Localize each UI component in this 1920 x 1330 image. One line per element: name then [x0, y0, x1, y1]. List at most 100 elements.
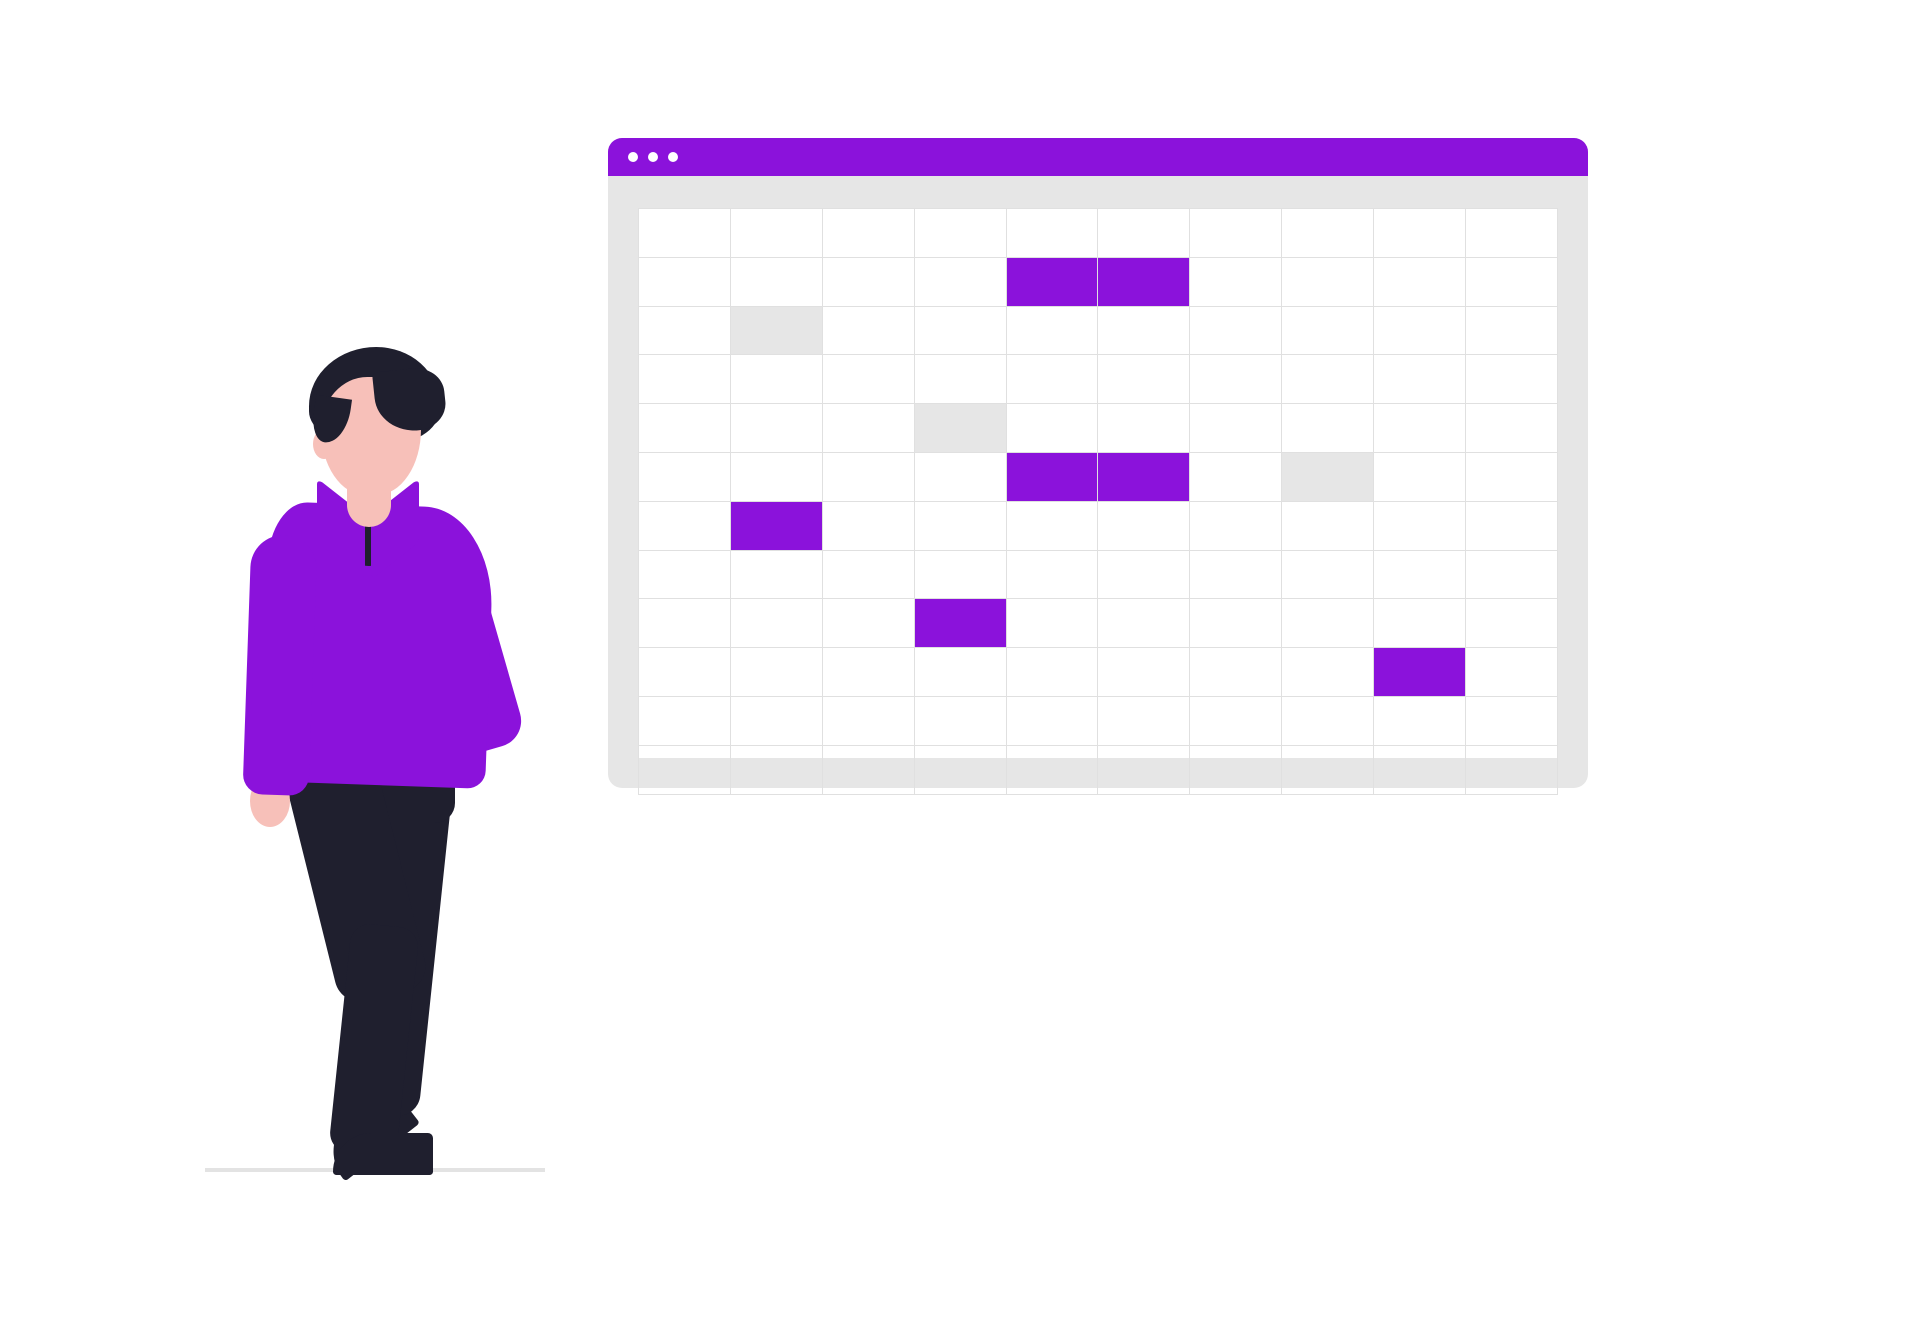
grid-cell	[1006, 696, 1098, 745]
grid-cell	[1006, 306, 1098, 355]
grid-cell	[639, 696, 731, 745]
grid-cell	[1282, 648, 1374, 697]
grid-cell	[1098, 501, 1190, 550]
grid-cell	[1374, 306, 1466, 355]
grid-cell	[730, 404, 822, 453]
grid-cell	[639, 550, 731, 599]
grid-cell	[822, 599, 914, 648]
grid-cell	[914, 452, 1006, 501]
grid-cell	[1282, 452, 1374, 501]
grid-cell	[1190, 452, 1282, 501]
grid-cell	[1466, 404, 1558, 453]
grid-cell	[1374, 501, 1466, 550]
grid-cell	[639, 355, 731, 404]
grid-cell	[1190, 501, 1282, 550]
grid-cell	[639, 306, 731, 355]
grid-cell	[1374, 355, 1466, 404]
grid-cell	[639, 745, 731, 794]
grid-cell	[1282, 550, 1374, 599]
grid-cell	[639, 452, 731, 501]
grid-cell	[1098, 355, 1190, 404]
window-titlebar	[608, 138, 1588, 176]
grid-cell	[914, 599, 1006, 648]
grid-cell	[730, 696, 822, 745]
grid-table	[638, 208, 1558, 795]
grid-cell	[1374, 550, 1466, 599]
grid-cell	[914, 550, 1006, 599]
grid-cell	[1282, 355, 1374, 404]
grid-cell	[1466, 501, 1558, 550]
grid-cell	[1190, 696, 1282, 745]
grid-cell	[1098, 696, 1190, 745]
grid-cell	[1190, 306, 1282, 355]
grid-cell	[730, 257, 822, 306]
grid-cell	[639, 404, 731, 453]
sleeve-left	[242, 534, 317, 796]
grid-cell	[730, 599, 822, 648]
grid-cell	[1466, 452, 1558, 501]
grid-cell	[1466, 209, 1558, 258]
grid-cell	[639, 257, 731, 306]
grid-cell	[1466, 550, 1558, 599]
person-illustration	[255, 355, 525, 1185]
grid-cell	[1466, 745, 1558, 794]
grid-cell	[822, 257, 914, 306]
grid-cell	[1006, 257, 1098, 306]
grid-cell	[1374, 745, 1466, 794]
grid-cell	[730, 648, 822, 697]
grid-cell	[1282, 306, 1374, 355]
grid-cell	[1282, 501, 1374, 550]
grid-cell	[1374, 257, 1466, 306]
window-dot-icon	[628, 152, 638, 162]
grid-cell	[1098, 452, 1190, 501]
grid-cell	[1190, 257, 1282, 306]
grid-cell	[1374, 452, 1466, 501]
grid-cell	[1282, 209, 1374, 258]
grid-cell	[1190, 550, 1282, 599]
grid-cell	[1006, 745, 1098, 794]
grid-cell	[1098, 599, 1190, 648]
grid-cell	[730, 209, 822, 258]
grid-cell	[1374, 599, 1466, 648]
grid-cell	[1282, 599, 1374, 648]
grid-cell	[1006, 404, 1098, 453]
grid-cell	[1190, 209, 1282, 258]
grid-cell	[914, 404, 1006, 453]
grid-cell	[730, 745, 822, 794]
grid-cell	[1466, 355, 1558, 404]
grid-cell	[730, 550, 822, 599]
grid-cell	[730, 452, 822, 501]
grid-cell	[1098, 550, 1190, 599]
grid-cell	[914, 696, 1006, 745]
grid-cell	[822, 452, 914, 501]
grid-cell	[1190, 599, 1282, 648]
window-dot-icon	[648, 152, 658, 162]
grid-cell	[730, 501, 822, 550]
grid-cell	[1374, 404, 1466, 453]
grid-cell	[822, 501, 914, 550]
grid-cell	[914, 745, 1006, 794]
grid-cell	[914, 209, 1006, 258]
grid-cell	[1098, 648, 1190, 697]
grid-cell	[1282, 696, 1374, 745]
grid-cell	[1098, 257, 1190, 306]
grid-cell	[1466, 306, 1558, 355]
grid-cell	[822, 355, 914, 404]
grid-cell	[1282, 404, 1374, 453]
grid-cell	[639, 648, 731, 697]
grid-cell	[822, 696, 914, 745]
grid-cell	[1282, 745, 1374, 794]
illustration-stage	[0, 0, 1920, 1330]
grid-cell	[1190, 648, 1282, 697]
grid-cell	[1006, 550, 1098, 599]
grid-cell	[1006, 648, 1098, 697]
grid-cell	[1098, 306, 1190, 355]
grid-cell	[1098, 209, 1190, 258]
grid-cell	[730, 306, 822, 355]
grid-cell	[822, 648, 914, 697]
grid-cell	[914, 306, 1006, 355]
grid-cell	[1374, 648, 1466, 697]
grid-cell	[1190, 355, 1282, 404]
window-dot-icon	[668, 152, 678, 162]
grid-cell	[914, 355, 1006, 404]
